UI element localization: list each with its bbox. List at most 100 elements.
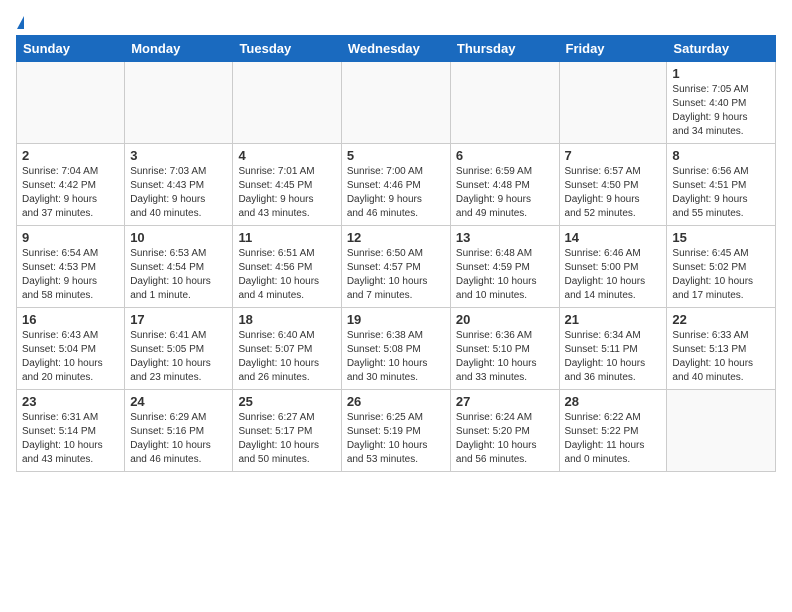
day-number: 28 [565,394,662,409]
col-header-wednesday: Wednesday [341,36,450,62]
calendar-cell [233,62,341,144]
calendar-cell: 2 Sunrise: 7:04 AM Sunset: 4:42 PM Daylig… [17,144,125,226]
day-info: Sunrise: 6:38 AM Sunset: 5:08 PM Dayligh… [347,329,445,385]
calendar-cell: 5 Sunrise: 7:00 AM Sunset: 4:46 PM Daylig… [341,144,450,226]
day-info: Sunrise: 6:56 AM Sunset: 4:51 PM Dayligh… [672,165,770,221]
col-header-tuesday: Tuesday [233,36,341,62]
day-info: Sunrise: 7:04 AM Sunset: 4:42 PM Dayligh… [22,165,119,221]
day-number: 17 [130,312,227,327]
day-number: 21 [565,312,662,327]
day-number: 6 [456,148,554,163]
col-header-thursday: Thursday [450,36,559,62]
day-info: Sunrise: 6:51 AM Sunset: 4:56 PM Dayligh… [238,247,335,303]
calendar-week-row: 16Sunrise: 6:43 AM Sunset: 5:04 PM Dayli… [17,308,776,390]
calendar-cell: 21 Sunrise: 6:34 AM Sunset: 5:11 PM Dayli… [559,308,667,390]
day-number: 4 [238,148,335,163]
calendar-cell: 15 Sunrise: 6:45 AM Sunset: 5:02 PM Dayli… [667,226,776,308]
day-number: 16 [22,312,119,327]
day-number: 24 [130,394,227,409]
day-info: Sunrise: 6:59 AM Sunset: 4:48 PM Dayligh… [456,165,554,221]
day-info: Sunrise: 6:41 AM Sunset: 5:05 PM Dayligh… [130,329,227,385]
calendar-cell: 6 Sunrise: 6:59 AM Sunset: 4:48 PM Daylig… [450,144,559,226]
calendar-week-row: 9 Sunrise: 6:54 AM Sunset: 4:53 PM Daylig… [17,226,776,308]
day-info: Sunrise: 6:31 AM Sunset: 5:14 PM Dayligh… [22,411,119,467]
day-number: 18 [238,312,335,327]
day-number: 12 [347,230,445,245]
col-header-saturday: Saturday [667,36,776,62]
logo-triangle-icon [17,16,24,29]
day-info: Sunrise: 6:29 AM Sunset: 5:16 PM Dayligh… [130,411,227,467]
calendar-cell [125,62,233,144]
day-info: Sunrise: 6:36 AM Sunset: 5:10 PM Dayligh… [456,329,554,385]
calendar-cell: 18 Sunrise: 6:40 AM Sunset: 5:07 PM Dayli… [233,308,341,390]
day-info: Sunrise: 7:01 AM Sunset: 4:45 PM Dayligh… [238,165,335,221]
logo [16,16,24,29]
calendar-cell [17,62,125,144]
calendar-cell: 23 Sunrise: 6:31 AM Sunset: 5:14 PM Dayli… [17,390,125,472]
day-number: 15 [672,230,770,245]
day-info: Sunrise: 6:57 AM Sunset: 4:50 PM Dayligh… [565,165,662,221]
day-number: 20 [456,312,554,327]
calendar-cell: 16Sunrise: 6:43 AM Sunset: 5:04 PM Dayli… [17,308,125,390]
col-header-friday: Friday [559,36,667,62]
day-number: 19 [347,312,445,327]
calendar-cell: 11 Sunrise: 6:51 AM Sunset: 4:56 PM Dayli… [233,226,341,308]
calendar-cell: 28 Sunrise: 6:22 AM Sunset: 5:22 PM Dayli… [559,390,667,472]
day-number: 2 [22,148,119,163]
calendar-cell: 14 Sunrise: 6:46 AM Sunset: 5:00 PM Dayli… [559,226,667,308]
calendar-cell: 7 Sunrise: 6:57 AM Sunset: 4:50 PM Daylig… [559,144,667,226]
calendar-table: SundayMondayTuesdayWednesdayThursdayFrid… [16,35,776,472]
day-number: 27 [456,394,554,409]
calendar-week-row: 2 Sunrise: 7:04 AM Sunset: 4:42 PM Daylig… [17,144,776,226]
day-info: Sunrise: 7:00 AM Sunset: 4:46 PM Dayligh… [347,165,445,221]
page-header [16,16,776,29]
day-info: Sunrise: 6:33 AM Sunset: 5:13 PM Dayligh… [672,329,770,385]
calendar-header-row: SundayMondayTuesdayWednesdayThursdayFrid… [17,36,776,62]
calendar-cell: 20 Sunrise: 6:36 AM Sunset: 5:10 PM Dayli… [450,308,559,390]
day-number: 25 [238,394,335,409]
day-info: Sunrise: 6:22 AM Sunset: 5:22 PM Dayligh… [565,411,662,467]
day-number: 11 [238,230,335,245]
calendar-cell: 4 Sunrise: 7:01 AM Sunset: 4:45 PM Daylig… [233,144,341,226]
calendar-cell [667,390,776,472]
calendar-cell: 22 Sunrise: 6:33 AM Sunset: 5:13 PM Dayli… [667,308,776,390]
calendar-week-row: 1Sunrise: 7:05 AM Sunset: 4:40 PM Daylig… [17,62,776,144]
day-number: 14 [565,230,662,245]
day-number: 1 [672,66,770,81]
calendar-cell: 1Sunrise: 7:05 AM Sunset: 4:40 PM Daylig… [667,62,776,144]
calendar-cell [559,62,667,144]
day-info: Sunrise: 6:40 AM Sunset: 5:07 PM Dayligh… [238,329,335,385]
day-number: 13 [456,230,554,245]
calendar-week-row: 23 Sunrise: 6:31 AM Sunset: 5:14 PM Dayli… [17,390,776,472]
day-number: 22 [672,312,770,327]
day-info: Sunrise: 6:48 AM Sunset: 4:59 PM Dayligh… [456,247,554,303]
day-info: Sunrise: 6:34 AM Sunset: 5:11 PM Dayligh… [565,329,662,385]
day-info: Sunrise: 6:24 AM Sunset: 5:20 PM Dayligh… [456,411,554,467]
day-info: Sunrise: 6:46 AM Sunset: 5:00 PM Dayligh… [565,247,662,303]
day-number: 23 [22,394,119,409]
day-info: Sunrise: 7:03 AM Sunset: 4:43 PM Dayligh… [130,165,227,221]
calendar-cell: 26 Sunrise: 6:25 AM Sunset: 5:19 PM Dayli… [341,390,450,472]
col-header-sunday: Sunday [17,36,125,62]
day-number: 9 [22,230,119,245]
day-info: Sunrise: 6:25 AM Sunset: 5:19 PM Dayligh… [347,411,445,467]
day-info: Sunrise: 6:54 AM Sunset: 4:53 PM Dayligh… [22,247,119,303]
calendar-cell: 13 Sunrise: 6:48 AM Sunset: 4:59 PM Dayli… [450,226,559,308]
calendar-cell [341,62,450,144]
calendar-cell: 19 Sunrise: 6:38 AM Sunset: 5:08 PM Dayli… [341,308,450,390]
day-info: Sunrise: 6:27 AM Sunset: 5:17 PM Dayligh… [238,411,335,467]
calendar-cell: 3Sunrise: 7:03 AM Sunset: 4:43 PM Daylig… [125,144,233,226]
calendar-cell: 25 Sunrise: 6:27 AM Sunset: 5:17 PM Dayli… [233,390,341,472]
day-number: 5 [347,148,445,163]
col-header-monday: Monday [125,36,233,62]
day-number: 7 [565,148,662,163]
calendar-cell: 9 Sunrise: 6:54 AM Sunset: 4:53 PM Daylig… [17,226,125,308]
day-info: Sunrise: 6:53 AM Sunset: 4:54 PM Dayligh… [130,247,227,303]
day-number: 26 [347,394,445,409]
day-info: Sunrise: 6:50 AM Sunset: 4:57 PM Dayligh… [347,247,445,303]
day-number: 10 [130,230,227,245]
calendar-cell: 17 Sunrise: 6:41 AM Sunset: 5:05 PM Dayli… [125,308,233,390]
calendar-cell: 8Sunrise: 6:56 AM Sunset: 4:51 PM Daylig… [667,144,776,226]
calendar-cell: 12 Sunrise: 6:50 AM Sunset: 4:57 PM Dayli… [341,226,450,308]
day-info: Sunrise: 6:45 AM Sunset: 5:02 PM Dayligh… [672,247,770,303]
